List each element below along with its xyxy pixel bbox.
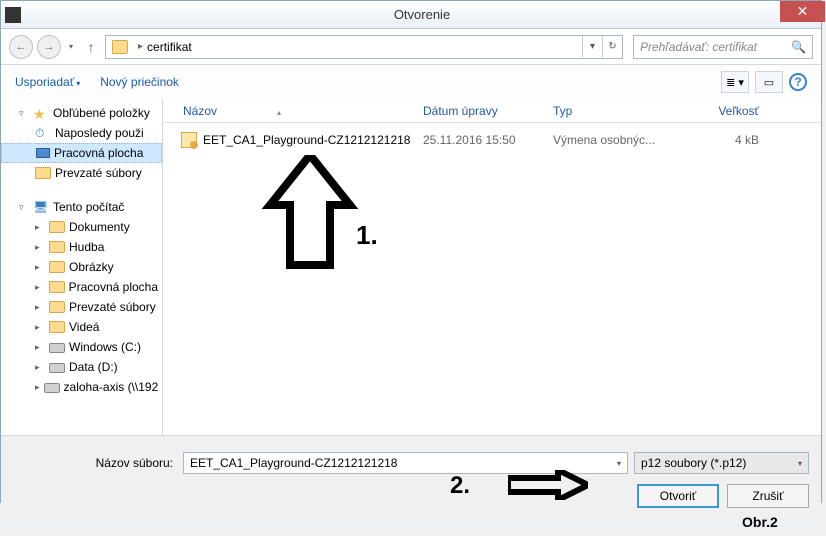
filename-input[interactable]: EET_CA1_Playground-CZ1212121218▾ bbox=[183, 452, 628, 474]
bottom-panel: Názov súboru: EET_CA1_Playground-CZ12121… bbox=[1, 435, 821, 518]
sidebar-downloads[interactable]: Prevzaté súbory bbox=[1, 163, 162, 183]
app-icon bbox=[5, 7, 21, 23]
chevron-down-icon: ▾ bbox=[617, 459, 621, 468]
filename-label: Názov súboru: bbox=[13, 456, 173, 470]
search-icon: 🔍 bbox=[791, 40, 806, 54]
chevron-down-icon: ▾ bbox=[798, 459, 802, 468]
file-list: Názov▴ Dátum úpravy Typ Veľkosť EET_CA1_… bbox=[163, 99, 821, 435]
column-date[interactable]: Dátum úpravy bbox=[423, 104, 553, 118]
sidebar-desktop2[interactable]: ▸Pracovná plocha bbox=[1, 277, 162, 297]
filetype-filter[interactable]: p12 soubory (*.p12)▾ bbox=[634, 452, 809, 474]
file-type: Výmena osobnýc... bbox=[553, 133, 693, 147]
address-bar[interactable]: ▸ certifikat ▾ ↻ bbox=[105, 35, 623, 59]
address-segment[interactable]: certifikat bbox=[147, 40, 192, 54]
chevron-right-icon: ▸ bbox=[134, 41, 147, 52]
new-folder-button[interactable]: Nový priečinok bbox=[100, 75, 179, 89]
refresh-button[interactable]: ↻ bbox=[602, 36, 622, 58]
organize-menu[interactable]: Usporiadať▾ bbox=[15, 75, 80, 89]
sidebar-documents[interactable]: ▸Dokumenty bbox=[1, 217, 162, 237]
file-row[interactable]: EET_CA1_Playground-CZ1212121218 25.11.20… bbox=[163, 129, 821, 151]
close-button[interactable]: ✕ bbox=[780, 1, 825, 22]
sidebar-favorites[interactable]: ▿★Obľúbené položky bbox=[1, 103, 162, 123]
folder-icon bbox=[112, 40, 128, 54]
toolbar: Usporiadať▾ Nový priečinok ≣ ▾ ▭ ? bbox=[1, 65, 821, 99]
file-size: 4 kB bbox=[693, 133, 773, 147]
column-headers: Názov▴ Dátum úpravy Typ Veľkosť bbox=[163, 99, 821, 123]
sidebar-recent[interactable]: ⏱Naposledy použi bbox=[1, 123, 162, 143]
navigation-bar: ← → ▾ ↑ ▸ certifikat ▾ ↻ Prehľadávať: ce… bbox=[1, 29, 821, 65]
sidebar-drive-c[interactable]: ▸Windows (C:) bbox=[1, 337, 162, 357]
view-options-button[interactable]: ≣ ▾ bbox=[721, 71, 749, 93]
cert-file-icon bbox=[181, 132, 197, 148]
column-name[interactable]: Názov▴ bbox=[163, 104, 423, 118]
sidebar-tree: ▿★Obľúbené položky ⏱Naposledy použi Prac… bbox=[1, 99, 163, 435]
sort-asc-icon: ▴ bbox=[277, 108, 281, 117]
window-title: Otvorenie bbox=[27, 7, 817, 22]
sidebar-music[interactable]: ▸Hudba bbox=[1, 237, 162, 257]
file-name: EET_CA1_Playground-CZ1212121218 bbox=[203, 133, 423, 147]
sidebar-videos[interactable]: ▸Videá bbox=[1, 317, 162, 337]
titlebar: Otvorenie ✕ bbox=[1, 1, 821, 29]
up-button[interactable]: ↑ bbox=[81, 37, 101, 57]
address-dropdown[interactable]: ▾ bbox=[582, 36, 602, 58]
sidebar-downloads2[interactable]: ▸Prevzaté súbory bbox=[1, 297, 162, 317]
preview-pane-button[interactable]: ▭ bbox=[755, 71, 783, 93]
annotation-label-2: 2. bbox=[450, 472, 470, 500]
sidebar-pictures[interactable]: ▸Obrázky bbox=[1, 257, 162, 277]
search-input[interactable]: Prehľadávať: certifikat 🔍 bbox=[633, 35, 813, 59]
forward-button[interactable]: → bbox=[37, 35, 61, 59]
sidebar-network-drive[interactable]: ▸zaloha-axis (\\192 bbox=[1, 377, 162, 397]
annotation-label-1: 1. bbox=[356, 220, 378, 251]
search-placeholder: Prehľadávať: certifikat bbox=[640, 40, 757, 54]
column-size[interactable]: Veľkosť bbox=[693, 104, 773, 118]
sidebar-desktop[interactable]: Pracovná plocha bbox=[1, 143, 162, 163]
cancel-button[interactable]: Zrušiť bbox=[727, 484, 809, 508]
figure-label: Obr.2 bbox=[742, 514, 778, 530]
sidebar-drive-d[interactable]: ▸Data (D:) bbox=[1, 357, 162, 377]
help-button[interactable]: ? bbox=[789, 73, 807, 91]
file-date: 25.11.2016 15:50 bbox=[423, 133, 553, 147]
column-type[interactable]: Typ bbox=[553, 104, 693, 118]
history-dropdown[interactable]: ▾ bbox=[65, 42, 77, 51]
sidebar-this-pc[interactable]: ▿🖥Tento počítač bbox=[1, 197, 162, 217]
open-button[interactable]: Otvoriť bbox=[637, 484, 719, 508]
back-button[interactable]: ← bbox=[9, 35, 33, 59]
